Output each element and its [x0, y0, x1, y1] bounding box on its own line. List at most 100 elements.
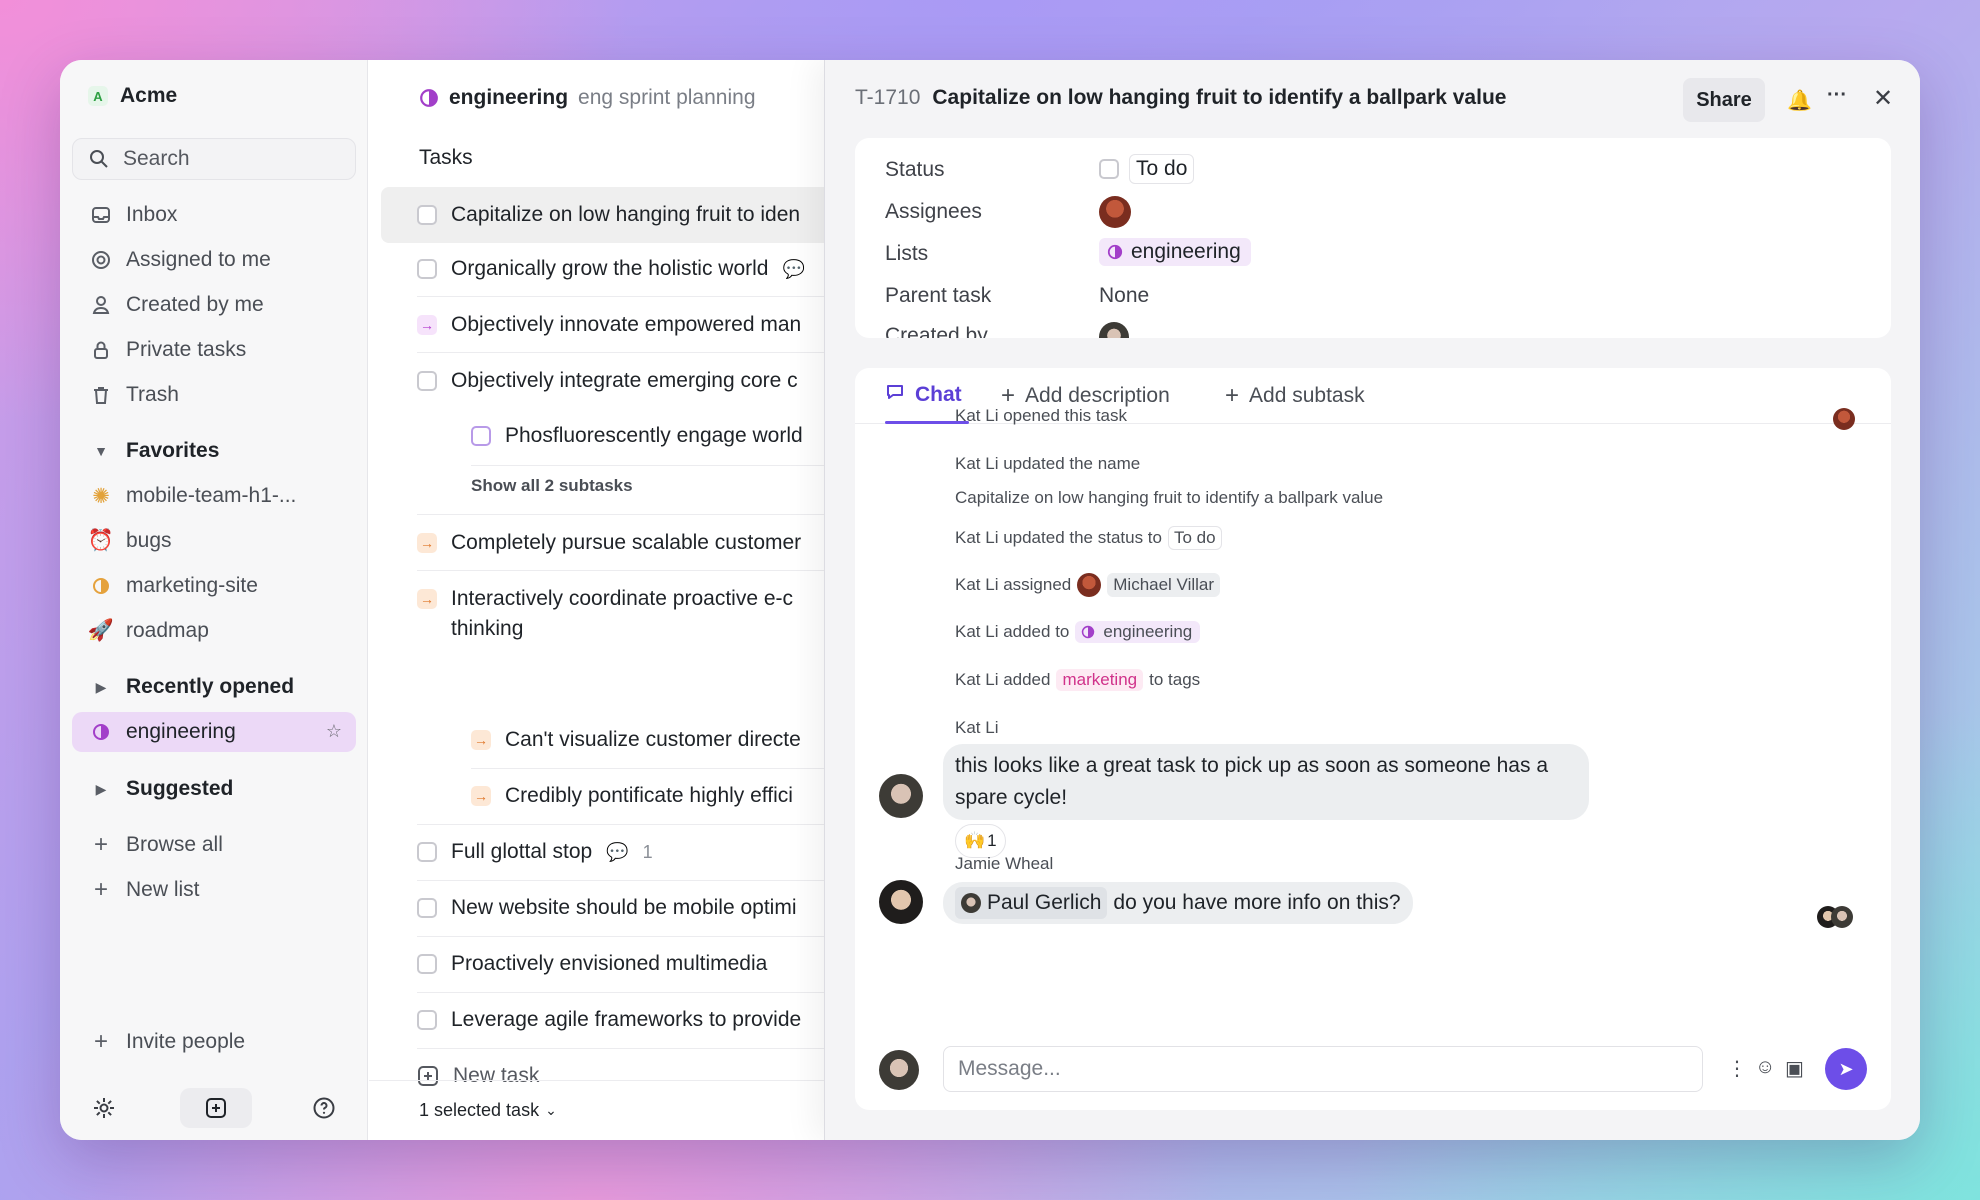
suggested-label: Suggested — [126, 777, 234, 800]
mention-name: Paul Gerlich — [987, 891, 1102, 914]
tab-chat[interactable]: Chat — [885, 382, 962, 408]
sidebar-item-inbox[interactable]: Inbox — [72, 195, 356, 235]
task-title: Leverage agile frameworks to provide — [451, 1008, 802, 1031]
task-title: Can't visualize customer directe — [505, 728, 801, 751]
activity-renamed: Kat Li updated the name — [955, 454, 1141, 473]
sidebar-item-trash[interactable]: Trash — [72, 375, 356, 415]
tab-add-subtask[interactable]: + Add subtask — [1225, 382, 1365, 410]
message-bubble[interactable]: this looks like a great task to pick up … — [943, 744, 1589, 820]
send-icon: ➤ — [1838, 1058, 1854, 1079]
lists-value[interactable]: engineering — [1099, 238, 1251, 266]
image-upload-icon[interactable]: ▣ — [1785, 1056, 1804, 1081]
activity-status: Kat Li updated the status to To do — [955, 526, 1222, 550]
activity-new-name: Capitalize on low hanging fruit to ident… — [955, 488, 1384, 507]
status-value[interactable]: To do — [1099, 154, 1195, 184]
inbox-icon — [90, 204, 112, 226]
sidebar-item-private[interactable]: Private tasks — [72, 330, 356, 370]
task-checkbox[interactable] — [417, 898, 437, 918]
activity-added-list: Kat Li added to engineering — [955, 621, 1201, 643]
rocket-icon: 🚀 — [87, 619, 115, 642]
workspace-switcher[interactable]: A Acme — [88, 84, 177, 108]
task-title: Objectively innovate empowered man — [451, 313, 802, 336]
sidebar-item-label: Private tasks — [126, 338, 247, 361]
more-icon[interactable]: ··· — [1827, 84, 1847, 107]
plus-square-icon — [206, 1098, 226, 1118]
status-todo-icon[interactable]: → — [417, 533, 437, 553]
tab-label: Chat — [915, 383, 962, 406]
status-checkbox[interactable] — [1099, 159, 1119, 179]
tag-chip: marketing — [1056, 669, 1144, 691]
emoji-icon[interactable]: ☺ — [1755, 1056, 1775, 1079]
star-icon[interactable]: ☆ — [326, 721, 342, 742]
sidebar-item-assigned[interactable]: Assigned to me — [72, 240, 356, 280]
task-title: Organically grow the holistic world — [451, 257, 769, 280]
status-todo-icon[interactable]: → — [471, 730, 491, 750]
parent-value[interactable]: None — [1099, 284, 1149, 308]
assignees-value[interactable] — [1099, 196, 1131, 228]
close-icon[interactable]: ✕ — [1873, 84, 1893, 113]
more-vertical-icon[interactable]: ⋮ — [1727, 1056, 1747, 1081]
browse-all-button[interactable]: + Browse all — [72, 825, 356, 865]
sidebar-item-label: roadmap — [126, 619, 209, 642]
invite-people-button[interactable]: + Invite people — [72, 1022, 356, 1062]
assignee-chip: Michael Villar — [1107, 573, 1221, 597]
message-bubble[interactable]: Paul Gerlich do you have more info on th… — [943, 882, 1413, 924]
avatar — [961, 893, 981, 913]
suggested-section-toggle[interactable]: ▶ Suggested — [72, 769, 356, 809]
search-label: Search — [123, 147, 190, 170]
gear-icon — [94, 1098, 114, 1118]
recent-section-toggle[interactable]: ▶ Recently opened — [72, 667, 356, 707]
task-detail-title[interactable]: Capitalize on low hanging fruit to ident… — [932, 86, 1506, 110]
send-button[interactable]: ➤ — [1825, 1048, 1867, 1090]
list-chip: engineering — [1099, 238, 1251, 266]
lock-icon — [90, 339, 112, 361]
sidebar-item-mobile-team[interactable]: ✺ mobile-team-h1-... — [72, 476, 356, 516]
bell-icon[interactable]: 🔔 — [1787, 88, 1812, 113]
reaction-chip[interactable]: 🙌 1 — [955, 824, 1006, 858]
task-checkbox[interactable] — [417, 259, 437, 279]
settings-button[interactable] — [84, 1088, 124, 1128]
share-button[interactable]: Share — [1683, 78, 1765, 122]
sidebar-item-marketing-site[interactable]: marketing-site — [72, 566, 356, 606]
status-in-progress-icon[interactable]: → — [417, 315, 437, 335]
new-item-button[interactable] — [180, 1088, 252, 1128]
avatar — [1077, 573, 1102, 597]
plus-icon: + — [93, 1028, 108, 1055]
message-input[interactable]: Message... — [943, 1046, 1703, 1092]
task-list-panel: engineering eng sprint planning Tasks Ca… — [369, 60, 981, 1140]
sidebar-item-engineering[interactable]: engineering ☆ — [72, 712, 356, 752]
sidebar-item-bugs[interactable]: ⏰ bugs — [72, 521, 356, 561]
plus-icon: + — [1225, 382, 1240, 409]
activity-text: Kat Li assigned — [955, 575, 1072, 594]
half-circle-icon — [1107, 244, 1123, 260]
selection-footer[interactable]: 1 selected task ⌄ — [369, 1080, 884, 1140]
favorites-label: Favorites — [126, 439, 220, 462]
status-todo-icon[interactable]: → — [471, 786, 491, 806]
help-icon — [313, 1097, 335, 1119]
task-checkbox[interactable] — [471, 426, 491, 446]
mention-chip[interactable]: Paul Gerlich — [955, 887, 1108, 919]
sidebar-item-label: Created by me — [126, 293, 264, 316]
status-todo-icon[interactable]: → — [417, 589, 437, 609]
new-list-button[interactable]: + New list — [72, 870, 356, 910]
sidebar-item-created[interactable]: Created by me — [72, 285, 356, 325]
parent-label: Parent task — [885, 284, 992, 307]
help-button[interactable] — [304, 1088, 344, 1128]
sidebar-item-roadmap[interactable]: 🚀 roadmap — [72, 611, 356, 651]
task-checkbox[interactable] — [417, 842, 437, 862]
chevron-down-icon: ⌄ — [545, 1102, 557, 1118]
new-list-label: New list — [126, 878, 200, 901]
avatar — [1833, 408, 1855, 430]
message-author: Kat Li — [955, 718, 999, 737]
show-subtasks-link[interactable]: Show all 2 subtasks — [471, 476, 633, 496]
task-checkbox[interactable] — [417, 205, 437, 225]
task-title: Completely pursue scalable customer — [451, 531, 802, 554]
half-circle-icon — [90, 575, 112, 597]
favorites-section-toggle[interactable]: ▼ Favorites — [72, 431, 356, 471]
browse-all-label: Browse all — [126, 833, 223, 856]
search-button[interactable]: Search — [72, 138, 356, 180]
activity-text: Kat Li updated the status to — [955, 528, 1162, 547]
task-checkbox[interactable] — [417, 371, 437, 391]
task-checkbox[interactable] — [417, 954, 437, 974]
task-checkbox[interactable] — [417, 1010, 437, 1030]
